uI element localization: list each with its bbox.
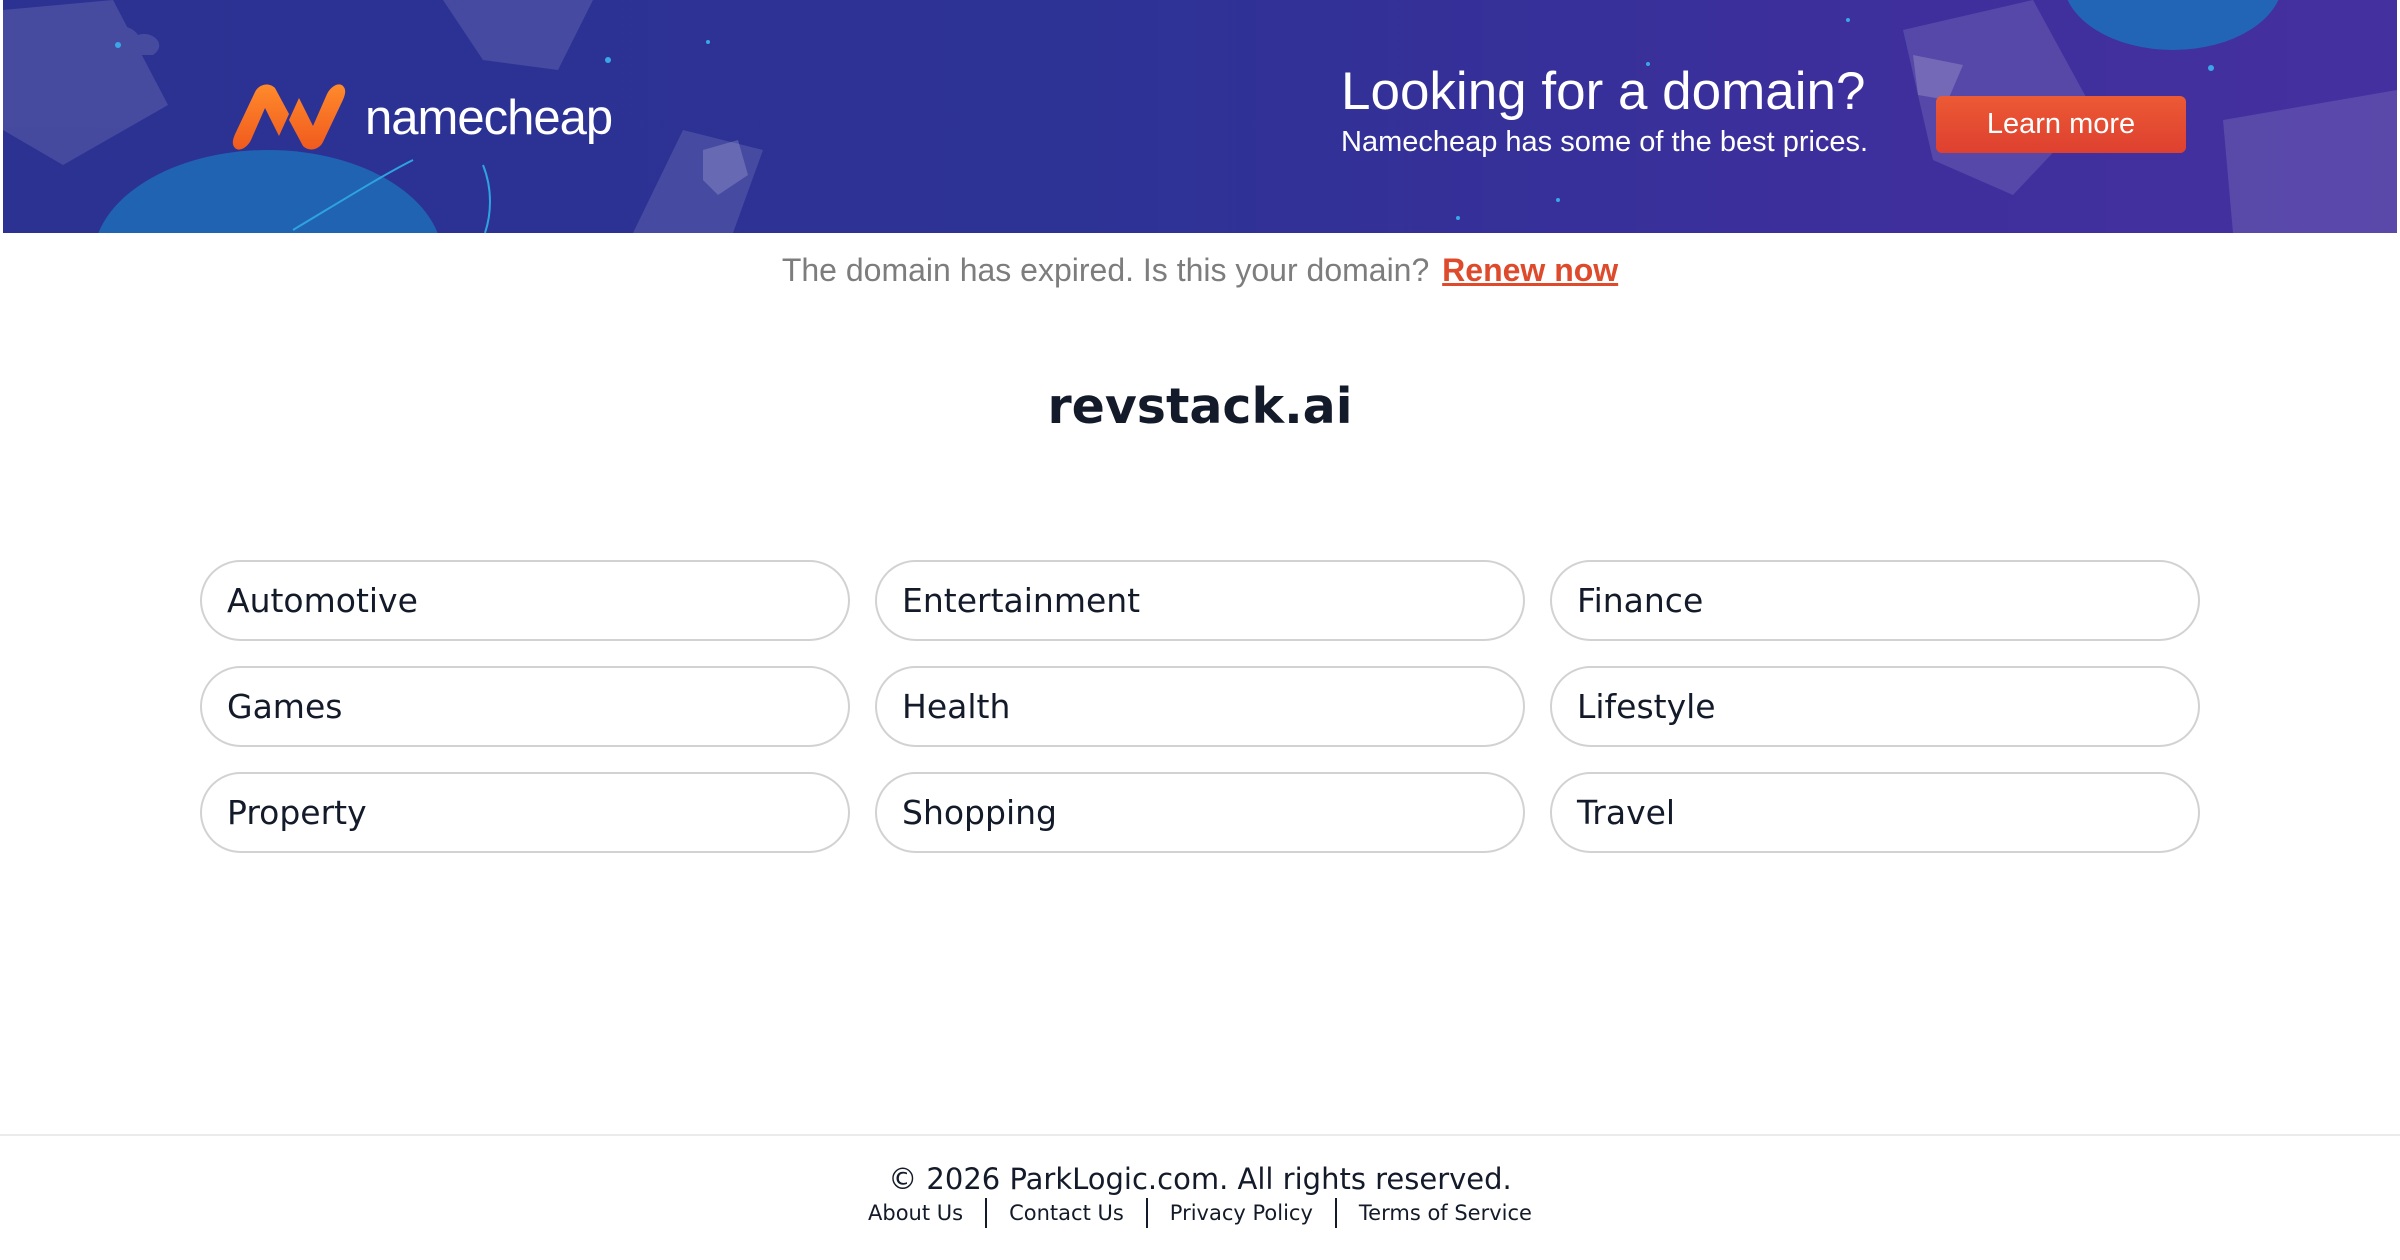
category-games[interactable]: Games [200, 666, 850, 747]
footer-link-contact-us[interactable]: Contact Us [987, 1198, 1146, 1228]
promo-title: Looking for a domain? [1341, 62, 1866, 121]
category-health[interactable]: Health [875, 666, 1525, 747]
category-grid: Automotive Entertainment Finance Games H… [200, 560, 2200, 853]
namecheap-mark-icon [232, 84, 346, 150]
category-lifestyle[interactable]: Lifestyle [1550, 666, 2200, 747]
category-finance[interactable]: Finance [1550, 560, 2200, 641]
promo-text: Looking for a domain? Namecheap has some… [1341, 60, 1868, 160]
domain-name-title: revstack.ai [1047, 378, 1353, 435]
footer-link-privacy-policy[interactable]: Privacy Policy [1148, 1198, 1335, 1228]
footer-link-terms-of-service[interactable]: Terms of Service [1337, 1198, 1554, 1228]
category-shopping[interactable]: Shopping [875, 772, 1525, 853]
category-automotive[interactable]: Automotive [200, 560, 850, 641]
expired-notice-text: The domain has expired. Is this your dom… [781, 252, 1430, 288]
footer-copyright: © 2026 ParkLogic.com. All rights reserve… [888, 1162, 1512, 1196]
renew-now-link[interactable]: Renew now [1442, 252, 1618, 288]
learn-more-button[interactable]: Learn more [1936, 96, 2186, 153]
footer-links: About Us Contact Us Privacy Policy Terms… [0, 1198, 2400, 1228]
promo-subtitle: Namecheap has some of the best prices. [1341, 126, 1869, 158]
namecheap-logo[interactable]: namecheap [229, 82, 613, 152]
category-property[interactable]: Property [200, 772, 850, 853]
brand-name: namecheap [365, 91, 613, 145]
category-entertainment[interactable]: Entertainment [875, 560, 1525, 641]
footer-divider [0, 1134, 2400, 1136]
promo-banner[interactable]: namecheap Looking for a domain? Namechea… [3, 0, 2397, 233]
category-travel[interactable]: Travel [1550, 772, 2200, 853]
expired-notice: The domain has expired. Is this your dom… [0, 252, 2400, 289]
footer-link-about-us[interactable]: About Us [846, 1198, 985, 1228]
